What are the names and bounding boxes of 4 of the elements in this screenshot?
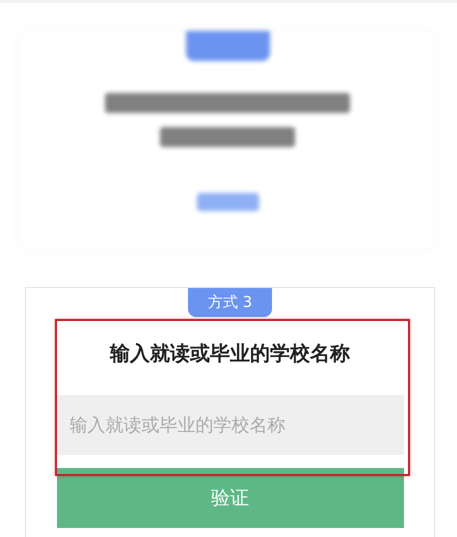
verify-button[interactable]: 验证 — [56, 468, 404, 528]
card-title: 输入就读或毕业的学校名称 — [110, 340, 350, 367]
method-badge: 方式 3 — [188, 288, 272, 317]
school-name-field[interactable]: 输入就读或毕业的学校名称 — [56, 395, 404, 455]
